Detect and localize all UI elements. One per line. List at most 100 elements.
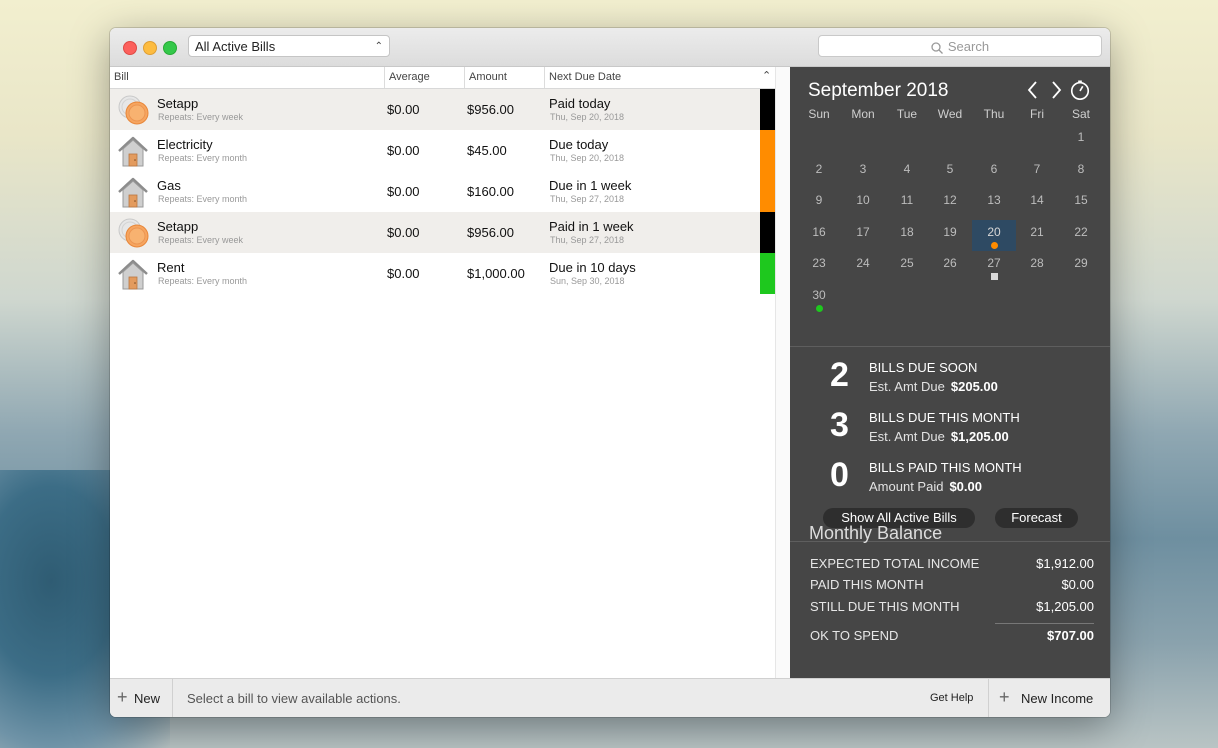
ok-to-spend-row: OK TO SPEND $707.00 [810,628,1094,643]
calendar-day[interactable]: 3 [841,157,885,188]
total-rule [995,623,1094,624]
app-window: All Active Bills ⌃︎ Search Bill Average … [110,28,1110,717]
bill-average: $0.00 [387,225,420,240]
plus-icon: + [999,687,1010,707]
column-divider[interactable] [464,67,465,88]
bill-rows: Setapp Repeats: Every week $0.00 $956.00… [110,89,775,294]
calendar-day[interactable]: 6 [972,157,1016,188]
column-header-next-due[interactable]: Next Due Date [549,71,621,83]
calendar-day[interactable]: 5 [928,157,972,188]
column-header-average[interactable]: Average [389,71,430,83]
status-color-bar [760,130,775,171]
forecast-button[interactable]: Forecast [995,508,1078,528]
calendar-day[interactable]: 4 [885,157,929,188]
calendar-day-today[interactable]: 20 [972,219,1016,251]
calendar-day[interactable]: 1 [1059,125,1103,156]
balance-value: $1,912.00 [1036,556,1094,571]
bill-repeat: Repeats: Every month [158,194,248,204]
stat-sub-value: $0.00 [949,479,982,494]
get-help-link[interactable]: Get Help [930,692,973,704]
bill-due-date: Thu, Sep 20, 2018 [550,112,625,122]
calendar-day[interactable]: 29 [1059,251,1103,282]
chevron-right-icon[interactable] [1045,78,1067,102]
calendar-day[interactable]: 22 [1059,220,1103,251]
sort-ascending-icon[interactable]: ⌃ [762,69,771,82]
weekday-label: Wed [937,107,963,121]
calendar-day[interactable]: 23 [797,251,841,282]
bill-name: Setapp [157,219,199,234]
bill-repeat: Repeats: Every week [158,235,244,245]
status-message: Select a bill to view available actions. [187,691,401,706]
column-divider[interactable] [384,67,385,88]
stat-count: 2 [830,356,849,394]
chevron-left-icon[interactable] [1022,78,1044,102]
balance-label: EXPECTED TOTAL INCOME [810,556,980,571]
new-income-label: New Income [1021,691,1094,706]
calendar-day[interactable]: 24 [841,251,885,282]
column-divider[interactable] [544,67,545,88]
balance-value: $1,205.00 [1036,599,1094,614]
calendar-day[interactable]: 9 [797,188,841,219]
minimize-window-button[interactable] [143,41,157,55]
calendar-day[interactable]: 21 [1015,220,1059,251]
bill-due-status: Due in 1 week [549,178,632,193]
today-clock-icon[interactable] [1069,78,1091,102]
stat-sub: Est. Amt Due $205.00 [869,379,998,394]
vertical-scrollbar[interactable] [775,67,791,678]
calendar-day[interactable]: 8 [1059,157,1103,188]
calendar-day[interactable]: 10 [841,188,885,219]
balance-label: PAID THIS MONTH [810,577,924,592]
bill-due-status: Due in 10 days [549,260,636,275]
calendar-day[interactable]: 25 [885,251,929,282]
new-income-button[interactable]: + New Income [988,679,1110,717]
calendar-day[interactable]: 19 [928,220,972,251]
bill-due-date: Sun, Sep 30, 2018 [550,276,625,286]
calendar-day[interactable]: 26 [928,251,972,282]
bill-repeat: Repeats: Every month [158,153,248,163]
calendar-day[interactable]: 2 [797,157,841,188]
bill-row[interactable]: Setapp Repeats: Every week $0.00 $956.00… [110,212,775,253]
bill-amount: $45.00 [467,143,507,158]
section-divider [790,346,1110,347]
coins-icon [118,218,149,248]
close-window-button[interactable] [123,41,137,55]
search-field[interactable]: Search [818,35,1102,57]
stat-label: BILLS DUE THIS MONTH [869,410,1020,425]
calendar-day[interactable]: 14 [1015,188,1059,219]
bill-row[interactable]: Gas Repeats: Every month $0.00 $160.00 D… [110,171,775,212]
stat-count: 0 [830,456,849,494]
coins-icon [118,95,149,125]
bill-average: $0.00 [387,143,420,158]
column-header-amount[interactable]: Amount [469,71,507,83]
calendar-day[interactable]: 11 [885,188,929,219]
calendar-day[interactable]: 12 [928,188,972,219]
calendar-day[interactable]: 17 [841,220,885,251]
bill-filter-select[interactable]: All Active Bills ⌃︎ [188,35,390,57]
calendar-day[interactable]: 18 [885,220,929,251]
bill-amount: $1,000.00 [467,266,525,281]
bill-row[interactable]: Rent Repeats: Every month $0.00 $1,000.0… [110,253,775,294]
calendar-day[interactable]: 30 [797,283,841,314]
weekday-label: Mon [851,107,875,121]
bill-row[interactable]: Electricity Repeats: Every month $0.00 $… [110,130,775,171]
balance-label: STILL DUE THIS MONTH [810,599,960,614]
calendar-day[interactable]: 28 [1015,251,1059,282]
zoom-window-button[interactable] [163,41,177,55]
calendar-day[interactable]: 15 [1059,188,1103,219]
stat-sub: Amount Paid $0.00 [869,479,982,494]
house-icon [118,177,148,208]
calendar-day[interactable]: 13 [972,188,1016,219]
new-bill-button[interactable]: + New [110,679,173,717]
stat-sub-value: $1,205.00 [950,429,1009,444]
stat-sub-label: Est. Amt Due [869,429,945,444]
calendar-day[interactable]: 16 [797,220,841,251]
bill-repeat: Repeats: Every month [158,276,248,286]
calendar-day[interactable]: 27 [972,251,1016,282]
bill-row[interactable]: Setapp Repeats: Every week $0.00 $956.00… [110,89,775,130]
bill-average: $0.00 [387,102,420,117]
ok-to-spend-value: $707.00 [1047,628,1094,643]
titlebar: All Active Bills ⌃︎ Search [110,28,1110,67]
bill-name: Gas [157,178,181,193]
calendar-day[interactable]: 7 [1015,157,1059,188]
column-header-bill[interactable]: Bill [114,71,129,83]
